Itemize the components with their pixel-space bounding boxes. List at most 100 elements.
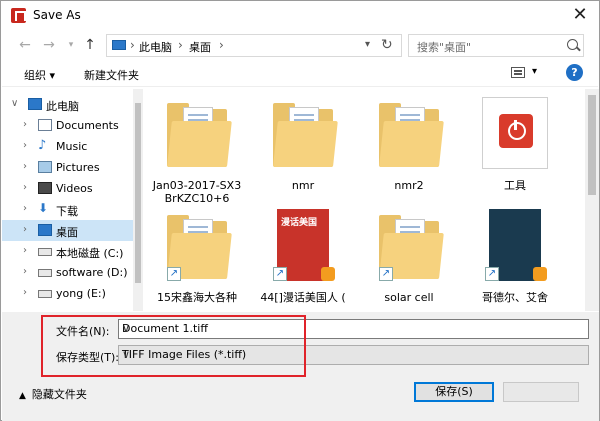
view-options-icon[interactable]	[511, 67, 525, 78]
forward-icon[interactable]: →	[38, 34, 60, 56]
folder-icon	[379, 101, 444, 167]
breadcrumb-separator: ›	[219, 38, 224, 52]
file-name: nmr2	[394, 179, 424, 192]
sidebar-item[interactable]: › ♪ Music	[2, 136, 143, 157]
sidebar-item[interactable]: › yong (E:)	[2, 283, 143, 304]
sidebar-item[interactable]: › Pictures	[2, 157, 143, 178]
app-badge-icon	[321, 267, 335, 281]
drive-icon	[38, 248, 52, 256]
documents-icon	[38, 119, 52, 131]
file-name: nmr	[291, 179, 315, 192]
sidebar-item[interactable]: › ⬇ 下载	[2, 199, 143, 220]
sidebar-item[interactable]: › Videos	[2, 178, 143, 199]
shortcut-arrow-icon: ↗	[485, 267, 499, 281]
toolbar: 组织 ▾ 新建文件夹 ▾ ?	[2, 61, 598, 87]
address-dropdown-icon[interactable]: ▾	[365, 39, 370, 50]
chevron-right-icon[interactable]: ›	[23, 182, 27, 193]
breadcrumb-separator: ›	[178, 38, 183, 52]
chevron-right-icon[interactable]: ›	[23, 203, 27, 214]
app-icon	[11, 8, 26, 23]
drive-icon	[38, 290, 52, 298]
content-scrollbar[interactable]	[585, 89, 599, 311]
chevron-up-icon: ▲	[19, 391, 26, 401]
desktop-icon	[38, 224, 52, 236]
pictures-icon	[38, 161, 52, 173]
shortcut-arrow-icon: ↗	[273, 267, 287, 281]
close-button[interactable]: ✕	[567, 4, 593, 26]
chevron-right-icon[interactable]: ›	[23, 140, 27, 151]
sidebar-item[interactable]: › Documents	[2, 115, 143, 136]
navigation-pane: ∨ 此电脑 › Documents › ♪ Music › Pictures › Videos › ⬇ 下…	[2, 89, 143, 311]
up-icon[interactable]: ↑	[79, 34, 101, 56]
file-name: solar cell	[384, 291, 434, 304]
sidebar-item-label: Pictures	[56, 161, 100, 174]
file-list: Jan03-2017-SX3 BrKZC10+6 nmr nmr2 工具 ↗ 15宋鑫海大各…	[144, 89, 585, 311]
chevron-right-icon[interactable]: ›	[23, 119, 27, 130]
search-input[interactable]: 搜索"桌面"	[417, 39, 471, 55]
music-icon: ♪	[38, 138, 47, 153]
chevron-right-icon[interactable]: ›	[23, 224, 27, 235]
title-bar: Save As ✕	[1, 1, 599, 31]
save-button[interactable]: 保存(S)	[414, 382, 494, 402]
shortcut-arrow-icon: ↗	[167, 267, 181, 281]
file-name: 44[]漫话美国人 (	[260, 291, 346, 304]
videos-icon	[38, 182, 52, 194]
file-item[interactable]: nmr2	[361, 99, 457, 209]
chevron-down-icon[interactable]: ∨	[11, 98, 18, 109]
sidebar-item[interactable]: › software (D:)	[2, 262, 143, 283]
organize-button[interactable]: 组织 ▾	[24, 67, 55, 83]
power-icon	[499, 114, 533, 148]
help-icon[interactable]: ?	[566, 64, 583, 81]
sidebar-item-label: software (D:)	[56, 266, 128, 279]
sidebar-item-label: 下载	[56, 205, 78, 218]
sidebar-item[interactable]: › 桌面	[2, 220, 143, 241]
drive-icon	[38, 269, 52, 277]
pc-icon	[28, 98, 42, 110]
folder-icon	[167, 101, 232, 167]
chevron-right-icon[interactable]: ›	[23, 287, 27, 298]
content-scrollbar-thumb[interactable]	[588, 95, 596, 195]
book-cover-title: 漫话美国	[281, 218, 318, 228]
file-item[interactable]: nmr	[255, 99, 351, 209]
new-folder-button[interactable]: 新建文件夹	[84, 67, 139, 83]
file-item[interactable]: 漫话美国 ↗ 44[]漫话美国人 (	[255, 209, 351, 311]
cancel-button[interactable]	[503, 382, 579, 402]
sidebar-item[interactable]: › 本地磁盘 (C:)	[2, 241, 143, 262]
hide-folders-toggle[interactable]: ▲ 隐藏文件夹	[19, 386, 87, 402]
search-box[interactable]: 搜索"桌面"	[408, 34, 584, 57]
sidebar-item-label: Videos	[56, 182, 93, 195]
sidebar-item-label: Documents	[56, 119, 119, 132]
breadcrumb-this-pc[interactable]: 此电脑	[139, 39, 172, 55]
view-dropdown-icon[interactable]: ▾	[532, 66, 537, 77]
tool-thumbnail	[482, 97, 548, 169]
back-icon[interactable]: ←	[14, 34, 36, 56]
chevron-right-icon[interactable]: ›	[23, 245, 27, 256]
download-icon: ⬇	[38, 201, 49, 215]
file-name: 工具	[504, 179, 526, 192]
nav-scrollbar-thumb[interactable]	[135, 103, 141, 283]
breadcrumb-desktop[interactable]: 桌面	[189, 39, 211, 55]
sidebar-item-label: 本地磁盘 (C:)	[56, 247, 124, 260]
sidebar-item[interactable]: ∨ 此电脑	[2, 94, 143, 115]
hide-folders-label: 隐藏文件夹	[31, 388, 87, 401]
nav-scrollbar[interactable]	[133, 89, 143, 311]
address-bar[interactable]: › 此电脑 › 桌面 › ▾ ↻	[106, 34, 402, 57]
file-name-line2: BrKZC10+6	[164, 192, 230, 205]
breadcrumb-separator: ›	[130, 38, 135, 52]
sidebar-item-label: 此电脑	[46, 100, 79, 113]
annotation-highlight-box	[41, 315, 306, 377]
chevron-right-icon[interactable]: ›	[23, 266, 27, 277]
save-as-dialog: Save As ✕ ← → ▾ ↑ › 此电脑 › 桌面 › ▾ ↻ 搜索"桌面…	[0, 0, 600, 421]
file-name: 哥德尔、艾舍	[482, 291, 548, 304]
file-item[interactable]: Jan03-2017-SX3 BrKZC10+6	[149, 99, 245, 209]
file-item[interactable]: ↗ 哥德尔、艾舍	[467, 209, 563, 311]
sidebar-item-label: yong (E:)	[56, 287, 106, 300]
file-item[interactable]: ↗ solar cell	[361, 211, 457, 311]
refresh-icon[interactable]: ↻	[381, 37, 393, 53]
file-item[interactable]: ↗ 15宋鑫海大各种	[149, 211, 245, 311]
file-name: Jan03-2017-SX3	[152, 179, 242, 192]
file-item[interactable]: 工具	[467, 97, 563, 209]
chevron-right-icon[interactable]: ›	[23, 161, 27, 172]
sidebar-item-label: Music	[56, 140, 88, 153]
shortcut-arrow-icon: ↗	[379, 267, 393, 281]
